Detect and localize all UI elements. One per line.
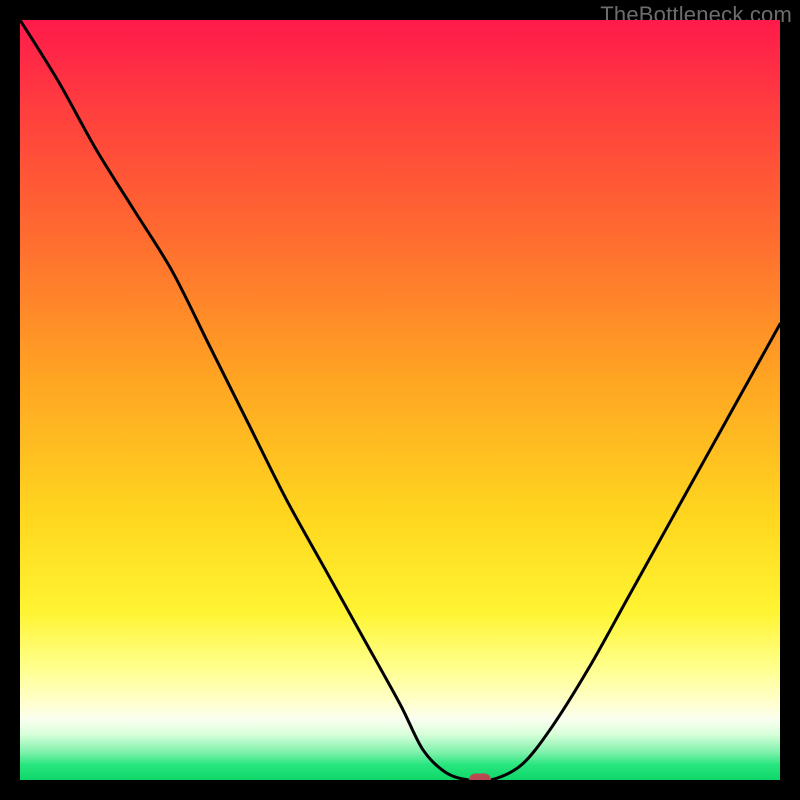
- bottleneck-curve: [20, 20, 780, 780]
- curve-path: [20, 20, 780, 780]
- chart-frame: TheBottleneck.com: [0, 0, 800, 800]
- plot-area: [20, 20, 780, 780]
- optimal-point-marker: [469, 774, 491, 781]
